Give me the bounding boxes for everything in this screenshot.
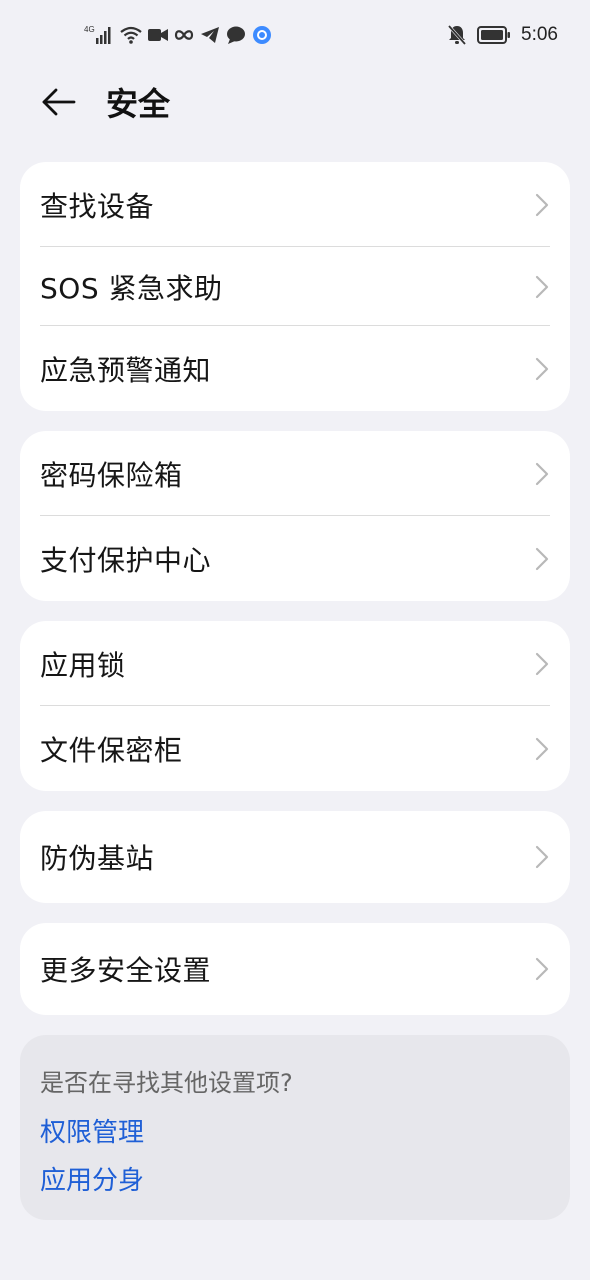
row-label: 支付保护中心	[40, 543, 212, 577]
settings-group-more: 更多安全设置	[20, 923, 570, 1015]
infinity-icon	[174, 28, 194, 42]
settings-group-app-file: 应用锁 文件保密柜	[20, 621, 570, 791]
page-header: 安全	[0, 70, 590, 140]
chat-icon	[226, 26, 246, 44]
suggestion-card: 是否在寻找其他设置项? 权限管理 应用分身	[20, 1035, 570, 1220]
link-app-twin[interactable]: 应用分身	[40, 1160, 144, 1197]
row-find-device[interactable]: 查找设备	[20, 162, 570, 247]
link-permission-management[interactable]: 权限管理	[40, 1112, 144, 1149]
row-anti-fake-base-station[interactable]: 防伪基站	[20, 811, 570, 903]
row-label: 应急预警通知	[40, 353, 212, 387]
status-icons-left: 4G	[84, 22, 272, 48]
status-icons-right: 5:06	[447, 22, 558, 48]
settings-group-location-emergency: 查找设备 SOS 紧急求助 应急预警通知	[20, 162, 570, 411]
svg-text:4G: 4G	[84, 25, 95, 34]
row-label: 查找设备	[40, 189, 155, 223]
row-sos-emergency[interactable]: SOS 紧急求助	[20, 247, 570, 326]
row-label: SOS 紧急求助	[40, 271, 223, 305]
chevron-right-icon	[532, 355, 552, 383]
chevron-right-icon	[532, 843, 552, 871]
row-app-lock[interactable]: 应用锁	[20, 621, 570, 706]
chevron-right-icon	[532, 460, 552, 488]
wifi-icon	[120, 25, 142, 45]
chevron-right-icon	[532, 545, 552, 573]
page-title: 安全	[106, 85, 171, 123]
row-label: 文件保密柜	[40, 733, 183, 767]
settings-group-password-payment: 密码保险箱 支付保护中心	[20, 431, 570, 601]
row-label: 应用锁	[40, 648, 126, 682]
chevron-right-icon	[532, 955, 552, 983]
settings-group-anti-fake-station: 防伪基站	[20, 811, 570, 903]
row-payment-protection[interactable]: 支付保护中心	[20, 516, 570, 601]
row-emergency-alerts[interactable]: 应急预警通知	[20, 326, 570, 411]
bell-off-icon	[447, 24, 467, 46]
status-time: 5:06	[521, 24, 558, 45]
battery-icon	[477, 26, 511, 44]
arrow-left-icon	[40, 87, 76, 121]
row-password-vault[interactable]: 密码保险箱	[20, 431, 570, 516]
chevron-right-icon	[532, 650, 552, 678]
chevron-right-icon	[532, 191, 552, 219]
row-more-security-settings[interactable]: 更多安全设置	[20, 923, 570, 1015]
back-button[interactable]	[34, 82, 82, 126]
telegram-icon	[200, 26, 220, 44]
row-file-safe[interactable]: 文件保密柜	[20, 706, 570, 791]
signal-icon: 4G	[84, 24, 114, 46]
video-icon	[148, 27, 168, 43]
row-label: 防伪基站	[40, 842, 155, 875]
browser-icon	[252, 25, 272, 45]
chevron-right-icon	[532, 273, 552, 301]
row-label: 更多安全设置	[40, 954, 212, 987]
row-label: 密码保险箱	[40, 458, 183, 492]
suggestion-question: 是否在寻找其他设置项?	[40, 1069, 293, 1097]
chevron-right-icon	[532, 735, 552, 763]
status-bar: 4G 5:06	[0, 0, 590, 70]
